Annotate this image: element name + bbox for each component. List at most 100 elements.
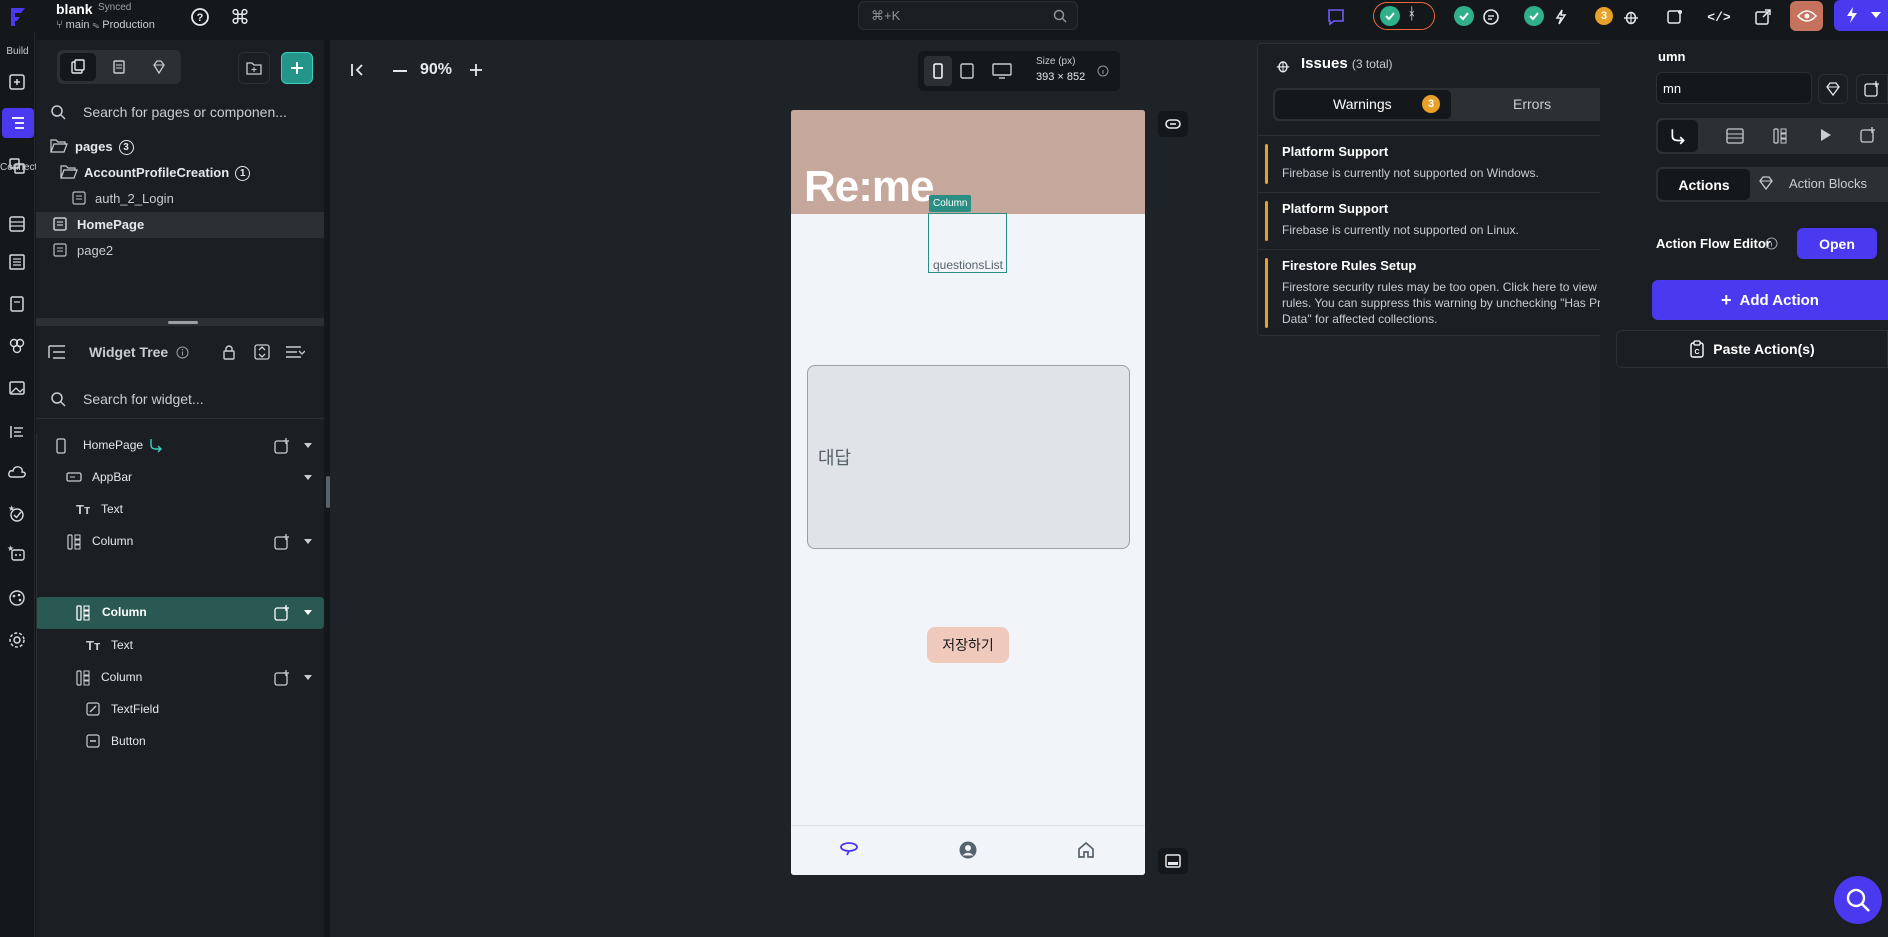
- issue-item[interactable]: Platform Support Firebase is currently n…: [1258, 135, 1655, 191]
- zoom-in-icon[interactable]: [469, 63, 483, 77]
- api-calls-icon[interactable]: [5, 250, 29, 274]
- add-widget-icon[interactable]: [274, 670, 290, 686]
- feedback-icon[interactable]: [1325, 6, 1347, 28]
- page-item-auth-2-login[interactable]: auth_2_Login: [36, 186, 324, 212]
- issue-item[interactable]: Firestore Rules Setup Firestore security…: [1258, 249, 1655, 335]
- widget-button[interactable]: Button: [36, 729, 324, 755]
- run-status-pill[interactable]: ᚼ: [1373, 2, 1435, 30]
- tab-actions[interactable]: Actions: [1658, 169, 1750, 200]
- new-folder-button[interactable]: [238, 52, 270, 84]
- chat-bubbles-icon[interactable]: [1480, 6, 1502, 28]
- widget-appbar[interactable]: AppBar: [36, 465, 324, 491]
- widget-search-input[interactable]: Search for widget...: [36, 382, 324, 416]
- info-icon[interactable]: [176, 346, 189, 359]
- add-widget-icon[interactable]: [274, 605, 290, 621]
- info-icon[interactable]: [1097, 65, 1109, 77]
- widget-tree-icon[interactable]: [2, 108, 34, 138]
- desktop-device-icon[interactable]: [992, 63, 1012, 79]
- widget-textfield[interactable]: TextField: [36, 697, 324, 723]
- page-item-accountprofilecreation[interactable]: AccountProfileCreation 1: [36, 160, 324, 186]
- nav-account-icon[interactable]: [958, 840, 978, 860]
- app-state-icon[interactable]: [5, 292, 29, 316]
- agents-icon[interactable]: ★: [5, 542, 29, 566]
- tab-warnings[interactable]: Warnings 3: [1275, 90, 1451, 119]
- widget-name-input[interactable]: mn: [1656, 72, 1812, 104]
- drag-handle[interactable]: [168, 321, 198, 324]
- command-search-input[interactable]: ⌘+K: [858, 1, 1078, 30]
- answer-textfield[interactable]: 대답: [807, 365, 1130, 549]
- widget-column[interactable]: Column: [36, 529, 324, 555]
- tests-icon[interactable]: ★: [5, 502, 29, 526]
- bolt-list-icon[interactable]: [1550, 6, 1572, 28]
- save-button[interactable]: 저장하기: [927, 627, 1009, 663]
- widget-column[interactable]: Column: [36, 665, 324, 691]
- questions-list-text[interactable]: questionsList: [928, 258, 1008, 272]
- lock-icon[interactable]: [222, 344, 236, 360]
- widget-homepage[interactable]: HomePage: [36, 433, 324, 459]
- theme-icon[interactable]: [5, 334, 29, 358]
- size-value[interactable]: 393 × 852: [1036, 71, 1085, 83]
- zoom-level[interactable]: 90%: [420, 61, 452, 79]
- flutterflow-logo-icon[interactable]: [5, 4, 31, 30]
- nav-home-icon[interactable]: [1076, 840, 1096, 860]
- nav-loop-icon[interactable]: [839, 840, 859, 858]
- media-assets-icon[interactable]: [5, 376, 29, 400]
- pages-folder[interactable]: pages 3: [36, 134, 324, 160]
- diamond-icon[interactable]: [1818, 74, 1848, 104]
- add-widget-icon[interactable]: [1856, 74, 1888, 104]
- run-button[interactable]: [1834, 0, 1888, 31]
- add-widget-icon[interactable]: [274, 438, 290, 454]
- open-button[interactable]: Open: [1797, 228, 1877, 259]
- issue-item[interactable]: Platform Support Firebase is currently n…: [1258, 192, 1655, 248]
- library-diamond-icon[interactable]: [141, 53, 177, 81]
- share-graph-icon[interactable]: [1664, 6, 1686, 28]
- actions-tab-icon[interactable]: [1658, 120, 1698, 152]
- cloud-functions-icon[interactable]: [5, 460, 29, 484]
- canvas-link-icon[interactable]: [1158, 111, 1188, 137]
- keyboard-toggle-icon[interactable]: [1158, 848, 1188, 874]
- components-tab-icon[interactable]: [101, 53, 137, 81]
- column-icon[interactable]: [1773, 127, 1787, 145]
- add-page-button[interactable]: [281, 52, 313, 84]
- info-icon[interactable]: [1765, 237, 1778, 250]
- widget-text[interactable]: Tт Text: [36, 497, 324, 523]
- design-system-icon[interactable]: [5, 586, 29, 610]
- chevron-down-icon[interactable]: [304, 539, 312, 544]
- add-widget-icon[interactable]: [1860, 127, 1876, 143]
- tab-action-blocks[interactable]: Action Blocks: [1789, 176, 1867, 191]
- backend-query-icon[interactable]: [1726, 128, 1744, 144]
- collapse-panel-icon[interactable]: [350, 62, 368, 78]
- help-icon[interactable]: ?: [189, 6, 211, 28]
- pages-tab-icon[interactable]: [60, 53, 96, 81]
- open-external-icon[interactable]: [1752, 6, 1774, 28]
- expand-collapse-icon[interactable]: [254, 344, 270, 360]
- page-item-homepage[interactable]: HomePage: [36, 212, 324, 238]
- issues-count-badge[interactable]: 3: [1595, 7, 1613, 25]
- chevron-down-icon[interactable]: [304, 610, 312, 615]
- pages-search-input[interactable]: Search for pages or componen...: [36, 95, 324, 129]
- add-widget-icon[interactable]: [274, 534, 290, 550]
- bug-icon[interactable]: [1620, 6, 1642, 28]
- custom-code-icon[interactable]: [5, 420, 29, 444]
- tablet-device-icon[interactable]: [960, 63, 974, 79]
- paste-actions-button[interactable]: C Paste Action(s): [1616, 330, 1888, 368]
- chevron-down-icon[interactable]: [304, 475, 312, 480]
- settings-gear-icon[interactable]: [5, 628, 29, 652]
- preview-eye-icon[interactable]: [1790, 1, 1823, 31]
- play-icon[interactable]: [1820, 128, 1832, 142]
- code-icon[interactable]: </>: [1707, 6, 1730, 28]
- widget-column-selected[interactable]: Column: [36, 597, 324, 629]
- phone-device-icon[interactable]: [924, 56, 952, 86]
- project-name[interactable]: blank: [56, 1, 93, 17]
- chevron-down-icon[interactable]: [304, 443, 312, 448]
- command-icon[interactable]: ⌘: [229, 6, 251, 29]
- support-chat-button[interactable]: [1834, 876, 1882, 924]
- branch-info[interactable]: ⑂ main ✎ Production: [56, 19, 155, 31]
- filter-lines-icon[interactable]: [285, 345, 305, 359]
- panel-resize-bar[interactable]: [36, 318, 324, 326]
- database-icon[interactable]: [5, 212, 29, 236]
- add-action-button[interactable]: + Add Action: [1652, 280, 1888, 320]
- add-page-icon[interactable]: [5, 70, 29, 94]
- chevron-down-icon[interactable]: [304, 675, 312, 680]
- zoom-out-icon[interactable]: [393, 70, 407, 72]
